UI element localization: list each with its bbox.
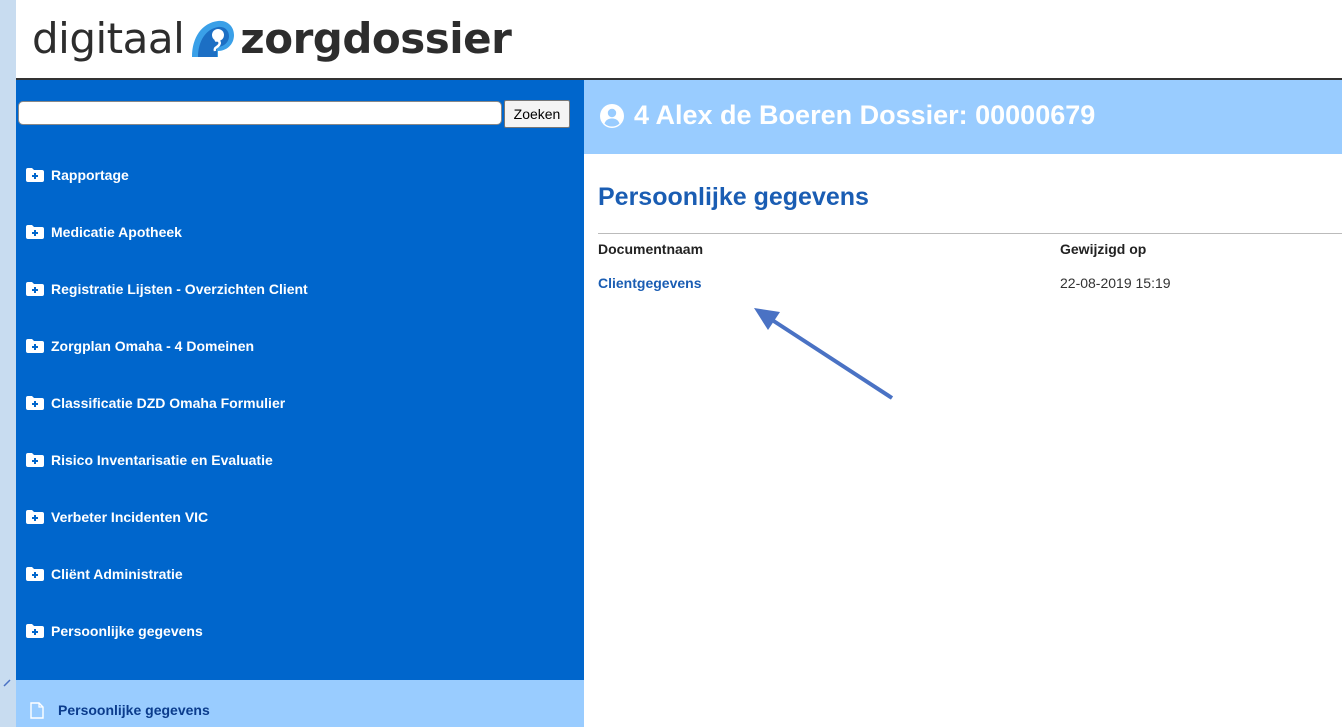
sidebar-subitem-persoonlijke-gegevens[interactable]: Persoonlijke gegevens xyxy=(16,680,584,727)
sidebar-item-verbeter-incidenten[interactable]: Verbeter Incidenten VIC xyxy=(16,509,584,566)
sidebar: Zoeken Rapportage Medicatie Apotheek Reg… xyxy=(16,80,584,727)
logo-mark-icon xyxy=(192,20,235,58)
sidebar-item-label: Verbeter Incidenten VIC xyxy=(51,509,209,525)
dossier-titlebar: 4 Alex de Boeren Dossier: 00000679 xyxy=(584,80,1342,154)
folder-plus-icon xyxy=(26,567,44,581)
document-modified-date: 22-08-2019 15:19 xyxy=(1060,275,1171,291)
column-header-gewijzigd-op[interactable]: Gewijzigd op xyxy=(1060,241,1146,257)
sidebar-item-label: Classificatie DZD Omaha Formulier xyxy=(51,395,286,411)
sidebar-subitem-label: Persoonlijke gegevens xyxy=(58,702,210,718)
sidebar-item-label: Risico Inventarisatie en Evaluatie xyxy=(51,452,273,468)
document-icon xyxy=(30,701,44,719)
search-input[interactable] xyxy=(18,101,502,125)
edge-marker-icon xyxy=(3,679,11,687)
dossier-title: 4 Alex de Boeren Dossier: 00000679 xyxy=(634,100,1096,130)
folder-plus-icon xyxy=(26,225,44,239)
app-header: digitaal zorgdossier xyxy=(16,0,1342,80)
sidebar-item-label: Medicatie Apotheek xyxy=(51,224,182,240)
page-title: Persoonlijke gegevens xyxy=(598,183,869,211)
sidebar-item-medicatie-apotheek[interactable]: Medicatie Apotheek xyxy=(16,224,584,281)
sidebar-item-classificatie-dzd[interactable]: Classificatie DZD Omaha Formulier xyxy=(16,395,584,452)
sidebar-item-label: Zorgplan Omaha - 4 Domeinen xyxy=(51,338,255,354)
sidebar-item-registratie-lijsten[interactable]: Registratie Lijsten - Overzichten Client xyxy=(16,281,584,338)
document-table: Documentnaam Gewijzigd op Clientgegevens… xyxy=(598,233,1342,291)
app-window: digitaal zorgdossier Zoeken Rapportage M… xyxy=(16,0,1342,727)
folder-plus-icon xyxy=(26,510,44,524)
sidebar-item-rapportage[interactable]: Rapportage xyxy=(16,167,584,224)
logo-text-digitaal: digitaal xyxy=(32,13,185,63)
sidebar-item-persoonlijke-gegevens[interactable]: Persoonlijke gegevens xyxy=(16,623,584,680)
folder-plus-icon xyxy=(26,453,44,467)
logo-text-zorgdossier: zorgdossier xyxy=(240,13,512,63)
folder-plus-icon xyxy=(26,396,44,410)
search-button[interactable]: Zoeken xyxy=(504,100,570,128)
folder-plus-icon xyxy=(26,339,44,353)
sidebar-item-risico-inventarisatie[interactable]: Risico Inventarisatie en Evaluatie xyxy=(16,452,584,509)
sidebar-item-label: Cliënt Administratie xyxy=(51,566,183,582)
column-header-documentnaam[interactable]: Documentnaam xyxy=(598,241,703,257)
search-bar: Zoeken xyxy=(16,80,584,154)
sidebar-item-label: Rapportage xyxy=(51,167,129,183)
sidebar-item-client-administratie[interactable]: Cliënt Administratie xyxy=(16,566,584,623)
sidebar-item-label: Persoonlijke gegevens xyxy=(51,623,203,639)
folder-plus-icon xyxy=(26,168,44,182)
document-link[interactable]: Clientgegevens xyxy=(598,275,701,291)
user-circle-icon xyxy=(600,104,624,128)
folder-plus-icon xyxy=(26,282,44,296)
sidebar-item-label: Registratie Lijsten - Overzichten Client xyxy=(51,281,308,297)
app-logo[interactable]: digitaal zorgdossier xyxy=(32,10,512,66)
sidebar-item-zorgplan-omaha[interactable]: Zorgplan Omaha - 4 Domeinen xyxy=(16,338,584,395)
sidebar-nav: Rapportage Medicatie Apotheek Registrati… xyxy=(16,167,584,727)
folder-plus-icon xyxy=(26,624,44,638)
table-divider xyxy=(598,233,1342,234)
annotation-arrow-icon xyxy=(754,308,894,400)
